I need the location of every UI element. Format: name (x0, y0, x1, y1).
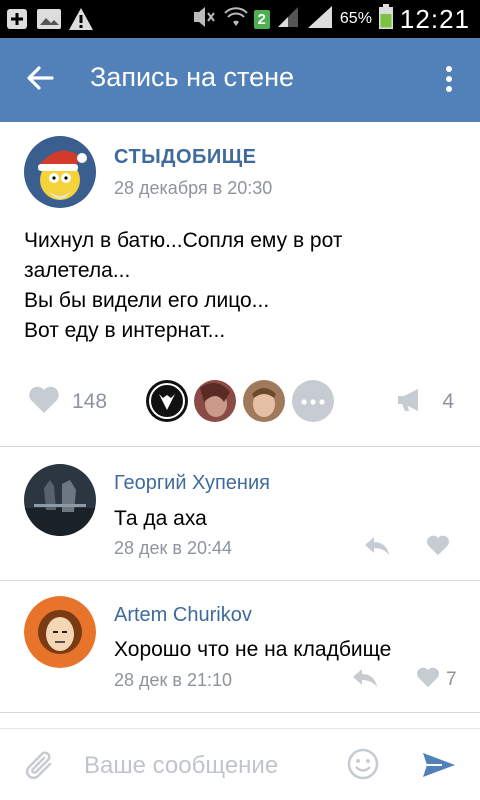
sim-badge: 2 (253, 9, 270, 29)
clock: 12:21 (399, 3, 470, 34)
comment-text: Хорошо что не на кладбище (114, 638, 392, 661)
mute-icon (192, 6, 218, 33)
more-likers-button[interactable] (292, 380, 334, 422)
back-button[interactable] (20, 62, 60, 98)
signal-icon-1 (276, 5, 300, 34)
post-text-line: Чихнул в батю...Сопля ему в рот (24, 229, 343, 252)
emoji-button[interactable] (346, 748, 380, 785)
comment-like-button[interactable]: 7 (416, 667, 457, 693)
arrow-left-icon (26, 65, 54, 96)
divider (0, 712, 480, 713)
megaphone-icon (396, 388, 424, 417)
liker-avatar[interactable] (146, 380, 188, 422)
liker-avatar[interactable] (194, 380, 236, 422)
heart-icon (28, 386, 60, 419)
attach-button[interactable] (22, 749, 58, 785)
smiley-icon (347, 748, 379, 785)
message-composer (0, 728, 480, 800)
post-like-count: 148 (72, 390, 108, 413)
post-repost-count: 4 (442, 390, 454, 413)
app-bar: Запись на стене (0, 38, 480, 122)
divider (0, 446, 480, 447)
comment-text: Та да аха (114, 507, 207, 530)
send-button[interactable] (420, 751, 458, 783)
divider (0, 580, 480, 581)
paperclip-icon (25, 749, 55, 786)
comment-like-count: 7 (446, 669, 457, 690)
post-date: 28 декабря в 20:30 (114, 178, 273, 198)
reply-arrow-icon (364, 536, 390, 561)
post-like-button[interactable]: 148 (28, 384, 107, 420)
gallery-notification-icon (36, 6, 62, 32)
heart-icon (416, 667, 440, 693)
warning-notification-icon (68, 6, 94, 32)
post-text-line: Вот еду в интернат... (24, 319, 226, 342)
battery-icon (378, 3, 394, 35)
comment-author[interactable]: Artem Churikov (114, 604, 252, 627)
comment-like-button[interactable] (426, 535, 450, 561)
wifi-icon (223, 6, 248, 33)
reply-arrow-icon (352, 668, 378, 693)
liker-avatar[interactable] (243, 380, 285, 422)
post-repost-button[interactable]: 4 (396, 384, 454, 420)
more-horizontal-icon (301, 392, 325, 410)
post-author-name[interactable]: СТЫДОБИЩЕ (114, 146, 257, 169)
send-icon (422, 751, 456, 784)
post-text-line: залетела... (24, 259, 131, 282)
post-author-avatar[interactable] (24, 136, 96, 208)
message-input[interactable] (84, 747, 334, 785)
comment-date: 28 дек в 20:44 (114, 538, 233, 558)
comment-avatar[interactable] (24, 464, 96, 536)
more-vertical-icon (445, 65, 453, 98)
add-notification-icon (4, 6, 30, 32)
comment-reply-button[interactable] (350, 668, 380, 692)
signal-icon-2 (306, 4, 334, 35)
comment-date: 28 дек в 21:10 (114, 670, 233, 690)
post-text-line: Вы бы видели его лицо... (24, 289, 270, 312)
comment-author[interactable]: Георгий Хупения (114, 472, 270, 495)
page-title: Запись на стене (90, 62, 295, 92)
heart-icon (426, 535, 450, 561)
comment-avatar[interactable] (24, 596, 96, 668)
post-text: Чихнул в батю...Сопля ему в рот залетела… (24, 226, 464, 346)
battery-percent: 65% (339, 10, 372, 27)
status-bar: 2 65% 12:21 (0, 0, 480, 38)
more-options-button[interactable] (434, 64, 464, 98)
comment-reply-button[interactable] (362, 536, 392, 560)
